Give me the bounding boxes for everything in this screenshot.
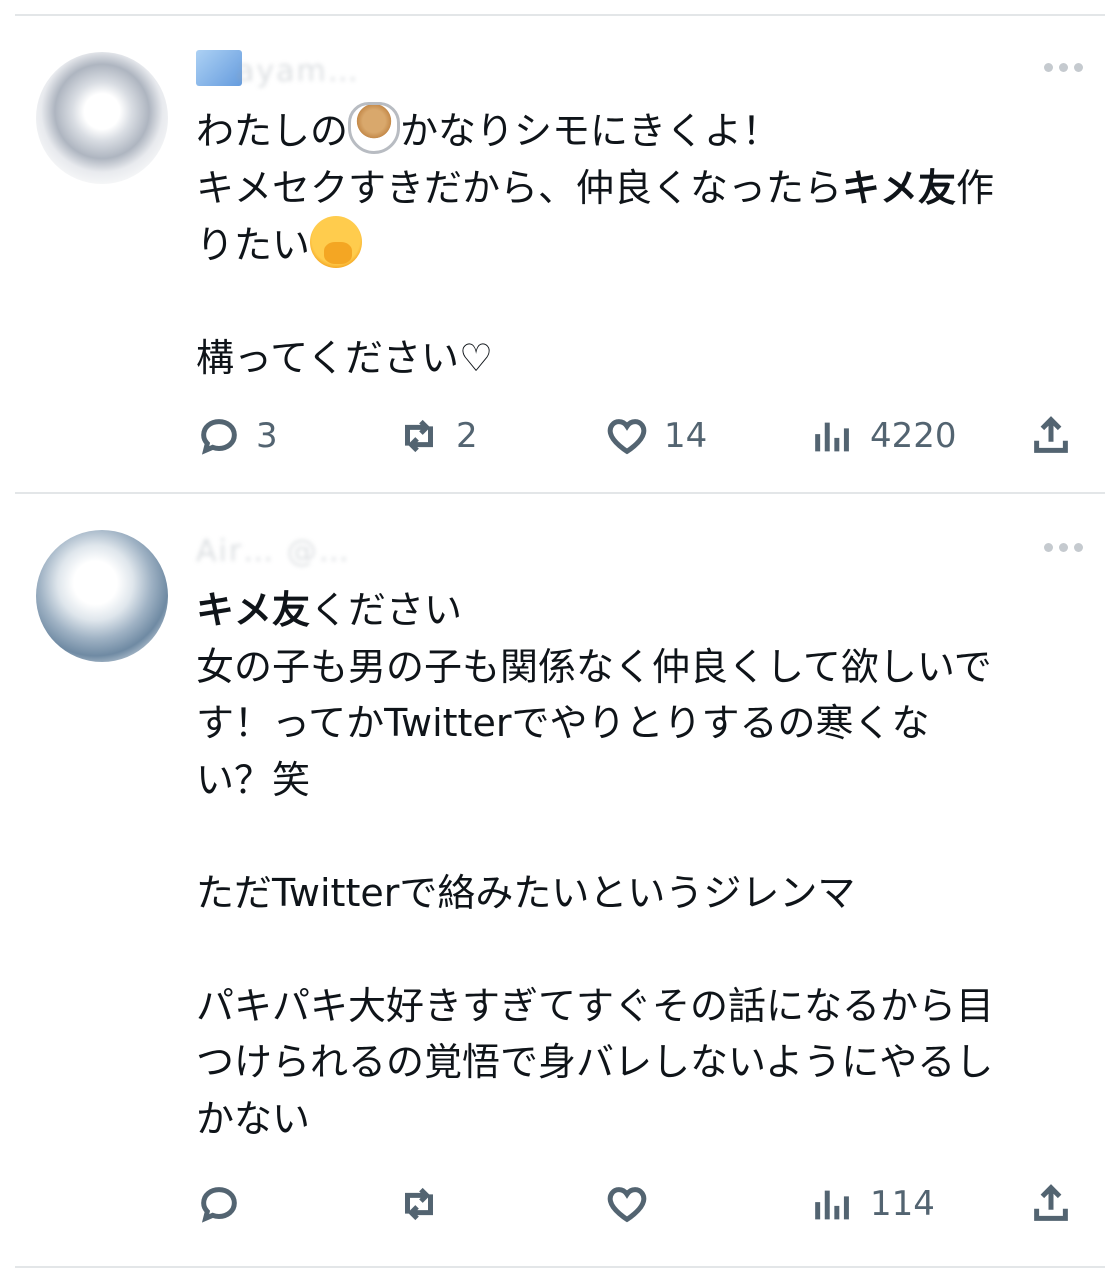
share-icon bbox=[1034, 416, 1068, 453]
share-button[interactable] bbox=[1028, 406, 1074, 466]
views-button[interactable]: 114 bbox=[810, 1174, 935, 1234]
retweet-button[interactable]: 2 bbox=[396, 406, 478, 466]
author-name[interactable]: ayam… bbox=[236, 54, 360, 89]
author-name[interactable]: Air… @… bbox=[196, 534, 351, 569]
views-button[interactable]: 4220 bbox=[810, 406, 957, 466]
heart-icon bbox=[607, 419, 647, 455]
more-options-icon[interactable] bbox=[1044, 60, 1084, 74]
avatar[interactable] bbox=[36, 52, 168, 184]
views-chart-icon bbox=[815, 1190, 849, 1220]
text-segment: 構ってください♡ bbox=[196, 336, 494, 380]
view-count: 4220 bbox=[870, 416, 957, 456]
heart-icon bbox=[607, 1187, 647, 1223]
tweet-actions: 114 bbox=[196, 1174, 1084, 1234]
hashtag-bold-text: キメ友 bbox=[842, 165, 957, 210]
share-button[interactable] bbox=[1028, 1174, 1074, 1234]
avatar[interactable] bbox=[36, 530, 168, 662]
tweet-text: わたしの かなりシモにきくよ！ キメセクすきだから、仲良くなったらキメ友作 りたい… bbox=[196, 102, 1086, 387]
views-chart-icon bbox=[815, 422, 849, 452]
reply-icon bbox=[201, 1187, 237, 1223]
share-icon bbox=[1034, 1184, 1068, 1221]
like-button[interactable]: 14 bbox=[604, 406, 707, 466]
retweet-icon bbox=[405, 1187, 433, 1221]
top-divider bbox=[15, 14, 1105, 16]
text-segment: ください 女の子も男の子も関係なく仲良くして欲しいで す！ってかTwitterで… bbox=[196, 588, 995, 1141]
face-with-hand-over-mouth-icon bbox=[310, 216, 363, 268]
reply-icon bbox=[201, 419, 237, 455]
more-options-icon[interactable] bbox=[1044, 540, 1084, 554]
tweet-header: ayam… bbox=[196, 50, 1084, 90]
retweet-count: 2 bbox=[456, 416, 478, 456]
retweet-icon bbox=[405, 419, 433, 453]
tweet-divider bbox=[15, 492, 1105, 494]
like-button[interactable] bbox=[604, 1174, 664, 1234]
bottom-divider bbox=[15, 1266, 1105, 1268]
shaved-ice-icon bbox=[348, 102, 401, 154]
like-count: 14 bbox=[664, 416, 708, 456]
reply-button[interactable]: 3 bbox=[196, 406, 278, 466]
reply-count: 3 bbox=[256, 416, 278, 456]
tweet-text: キメ友ください 女の子も男の子も関係なく仲良くして欲しいで す！ってかTwitt… bbox=[196, 582, 1086, 1147]
tweet-header: Air… @… bbox=[196, 530, 1084, 570]
text-segment: わたしの bbox=[196, 109, 349, 153]
retweet-button[interactable] bbox=[396, 1174, 456, 1234]
view-count: 114 bbox=[870, 1184, 935, 1224]
hashtag-bold-text: キメ友 bbox=[196, 588, 311, 632]
tweet-actions: 3 2 14 4220 bbox=[196, 406, 1084, 466]
reply-button[interactable] bbox=[196, 1174, 256, 1234]
